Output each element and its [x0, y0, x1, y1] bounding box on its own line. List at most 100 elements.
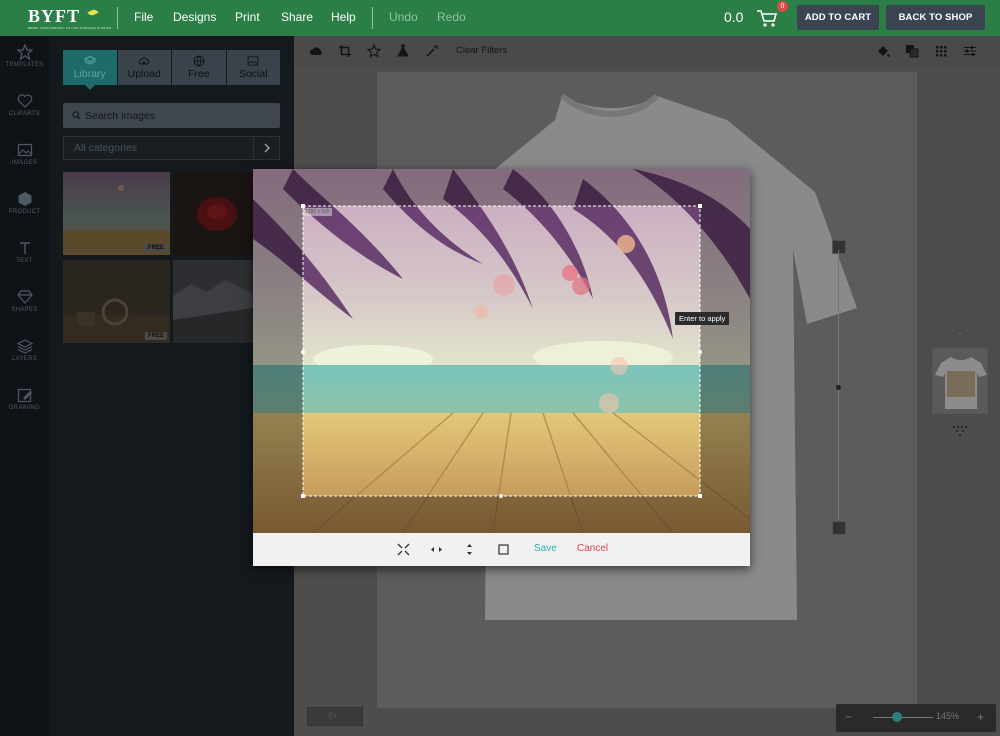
page-navigator[interactable]: 8+	[307, 707, 363, 726]
arrange-icon[interactable]	[905, 44, 919, 58]
zoom-value: 145%	[936, 711, 960, 721]
cloud-upload-icon	[138, 57, 150, 65]
zoom-in-button[interactable]: +	[977, 710, 984, 724]
zoom-control: − 145% +	[836, 704, 996, 732]
beach-image	[253, 169, 750, 533]
logo-brand: BYFT	[28, 6, 81, 26]
zoom-track[interactable]	[873, 717, 933, 718]
magic-wand-icon[interactable]	[425, 44, 439, 58]
scale-handle[interactable]	[832, 521, 846, 535]
chevron-right-icon	[264, 143, 270, 153]
category-select[interactable]: All categories	[63, 136, 280, 160]
free-badge: FREE	[144, 244, 167, 252]
sliders-icon[interactable]	[963, 44, 977, 58]
box-icon	[18, 192, 31, 206]
redo-button[interactable]: Redo	[437, 10, 466, 24]
menu-help[interactable]: Help	[331, 10, 356, 24]
heart-icon	[17, 94, 32, 108]
tab-label: Free	[187, 68, 210, 80]
menu-share[interactable]: Share	[281, 10, 313, 24]
square-crop-icon[interactable]	[497, 543, 510, 556]
logo-tagline: BRING YOUR FANTASY TO LIFE THROUGH CUSTO…	[28, 26, 112, 30]
apply-tooltip: Enter to apply	[675, 312, 730, 325]
cancel-button[interactable]: Cancel	[577, 543, 608, 554]
layers-icon	[16, 339, 33, 354]
cart-icon[interactable]	[756, 8, 778, 28]
rail-label: CLIPARTS	[8, 111, 41, 117]
image-thumb-mountains[interactable]	[173, 260, 253, 343]
rail-item-cliparts[interactable]: CLIPARTS	[0, 85, 49, 131]
rail-label: PRODUCT	[8, 209, 41, 215]
tshirt-preview	[935, 357, 987, 409]
rail-item-text[interactable]: TEXT	[0, 232, 49, 278]
tab-library[interactable]: Library	[63, 50, 117, 90]
tab-label: Upload	[127, 68, 161, 80]
rose-thumbnail	[173, 172, 253, 255]
rail-item-templates[interactable]: TEMPLATES	[0, 36, 49, 82]
search-input[interactable]	[85, 103, 275, 128]
flask-icon[interactable]	[396, 44, 410, 58]
logo-leaf-icon	[87, 8, 99, 17]
fit-icon[interactable]	[397, 543, 410, 556]
add-to-cart-button[interactable]: ADD TO CART	[797, 5, 879, 30]
cart-total: 0.0	[724, 9, 744, 25]
logo[interactable]: BYFT BRING YOUR FANTASY TO LIFE THROUGH …	[22, 4, 112, 32]
rail-item-images[interactable]: IMAGES	[0, 134, 49, 180]
separator	[117, 7, 118, 29]
save-button[interactable]: Save	[534, 543, 557, 554]
rail-item-shapes[interactable]: SHAPES	[0, 281, 49, 327]
rail-label: DRAWING	[9, 405, 40, 411]
image-thumb-beach[interactable]: FREE	[63, 172, 170, 255]
undo-button[interactable]: Undo	[389, 10, 418, 24]
tab-upload[interactable]: Upload	[117, 50, 171, 85]
cloud-icon[interactable]	[309, 44, 323, 58]
search-icon	[72, 111, 81, 120]
image-toolbar: Clear Filters	[294, 36, 1000, 66]
text-icon	[19, 242, 30, 254]
layers-icon	[83, 55, 96, 65]
zoom-out-button[interactable]: −	[845, 710, 852, 724]
search-box	[63, 103, 280, 128]
paint-bucket-icon[interactable]	[876, 44, 890, 58]
grid-icon[interactable]	[934, 44, 948, 58]
star-icon	[16, 44, 33, 60]
star-icon[interactable]	[367, 44, 381, 58]
crop-icon[interactable]	[338, 44, 352, 58]
left-rail: TEMPLATES CLIPARTS IMAGES PRODUCT TEXT S…	[0, 36, 49, 736]
rail-label: LAYERS	[11, 356, 38, 362]
image-thumb-clock[interactable]: FREE	[63, 260, 170, 343]
side-view-thumbnail[interactable]	[932, 348, 988, 414]
rail-item-drawing[interactable]: DRAWING	[0, 379, 49, 425]
clear-filters-button[interactable]: Clear Filters	[456, 45, 507, 56]
menu-designs[interactable]: Designs	[173, 10, 216, 24]
separator	[372, 7, 373, 29]
crop-dialog: Save Cancel	[253, 169, 750, 566]
image-icon	[247, 56, 259, 66]
back-to-shop-button[interactable]: BACK TO SHOP	[886, 5, 985, 30]
diamond-icon	[16, 290, 33, 304]
tab-label: Library	[73, 68, 106, 80]
fit-width-icon[interactable]	[430, 543, 443, 556]
crop-preview	[253, 169, 750, 533]
category-arrow[interactable]	[253, 137, 279, 159]
image-thumb-rose[interactable]	[173, 172, 253, 255]
category-value: All categories	[74, 142, 138, 154]
rail-item-layers[interactable]: LAYERS	[0, 330, 49, 376]
rail-item-product[interactable]: PRODUCT	[0, 183, 49, 229]
tab-free[interactable]: Free	[172, 50, 226, 85]
zoom-slider-knob[interactable]	[892, 712, 902, 722]
fit-height-icon[interactable]	[463, 543, 476, 556]
rail-label: SHAPES	[11, 307, 38, 313]
top-bar: BYFT BRING YOUR FANTASY TO LIFE THROUGH …	[0, 0, 1000, 36]
menu-print[interactable]: Print	[235, 10, 260, 24]
dots-up-icon[interactable]	[950, 325, 970, 337]
menu-file[interactable]: File	[134, 10, 153, 24]
dots-down-icon[interactable]	[950, 425, 970, 437]
resize-handle[interactable]	[836, 385, 841, 390]
mountains-thumbnail	[173, 260, 253, 343]
page-nav-label: 8+	[328, 711, 339, 721]
rotate-handle[interactable]	[832, 240, 846, 254]
pencil-icon	[17, 388, 32, 403]
tab-social[interactable]: Social	[226, 50, 280, 85]
rail-label: TEMPLATES	[5, 62, 44, 68]
